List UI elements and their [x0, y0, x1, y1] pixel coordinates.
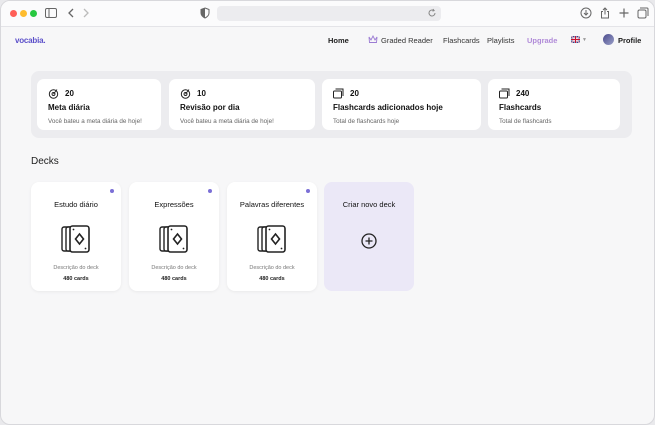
stat-description: Você bateu a meta diária de hoje! — [180, 118, 274, 125]
deck-card[interactable]: Expressões Descrição do deck 480 cards — [129, 182, 219, 291]
cards-icon — [499, 88, 510, 99]
deck-name: Estudo diário — [54, 200, 98, 209]
nav-upgrade[interactable]: Upgrade — [527, 36, 557, 45]
deck-card-count: 480 cards — [259, 276, 285, 282]
nav-profile[interactable]: Profile — [618, 36, 641, 45]
browser-toolbar — [1, 1, 654, 27]
back-icon[interactable] — [64, 6, 78, 20]
forward-icon[interactable] — [79, 6, 93, 20]
stat-title: Flashcards — [499, 103, 542, 112]
status-dot — [208, 189, 212, 193]
deck-name: Expressões — [154, 200, 194, 209]
stat-card-flashcards-today: 20 Flashcards adicionados hoje Total de … — [322, 79, 481, 130]
stat-card-daily-goal: 20 Meta diária Você bateu a meta diária … — [37, 79, 161, 130]
deck-description: Descrição do deck — [53, 265, 99, 271]
browser-window: vocabia. Home Graded Reader Flashcards P… — [0, 0, 655, 425]
deck-description: Descrição do deck — [151, 265, 197, 271]
playing-cards-icon — [159, 225, 188, 253]
logo[interactable]: vocabia. — [15, 36, 46, 45]
download-icon[interactable] — [579, 6, 593, 20]
create-deck-label: Criar novo deck — [342, 200, 396, 209]
stat-value: 20 — [350, 89, 359, 98]
stats-panel: 20 Meta diária Você bateu a meta diária … — [31, 71, 632, 138]
uk-flag-icon[interactable] — [571, 36, 580, 43]
maximize-window-button[interactable] — [30, 10, 37, 17]
stat-value: 10 — [197, 89, 206, 98]
sidebar-icon[interactable] — [44, 6, 58, 20]
stat-description: Total de flashcards — [499, 118, 552, 125]
deck-card-count: 480 cards — [161, 276, 187, 282]
stat-title: Flashcards adicionados hoje — [333, 103, 443, 112]
playing-cards-icon — [61, 225, 90, 253]
create-deck-button[interactable]: Criar novo deck — [324, 182, 414, 291]
share-icon[interactable] — [598, 6, 612, 20]
minimize-window-button[interactable] — [20, 10, 27, 17]
stat-title: Revisão por dia — [180, 103, 240, 112]
deck-card[interactable]: Palavras diferentes Descrição do deck 48… — [227, 182, 317, 291]
target-icon — [48, 89, 59, 99]
status-dot — [110, 189, 114, 193]
stat-value: 20 — [65, 89, 74, 98]
reload-icon[interactable] — [427, 8, 437, 18]
stat-title: Meta diária — [48, 103, 90, 112]
stat-card-flashcards-total: 240 Flashcards Total de flashcards — [488, 79, 620, 130]
deck-card[interactable]: Estudo diário Descrição do deck 480 card… — [31, 182, 121, 291]
app-navbar: vocabia. Home Graded Reader Flashcards P… — [1, 28, 654, 54]
decks-heading: Decks — [31, 156, 59, 167]
deck-card-count: 480 cards — [63, 276, 89, 282]
avatar[interactable] — [603, 34, 614, 45]
tabs-icon[interactable] — [636, 6, 650, 20]
nav-home[interactable]: Home — [328, 36, 349, 45]
deck-description: Descrição do deck — [249, 265, 295, 271]
shield-icon[interactable] — [198, 6, 212, 20]
cards-icon — [333, 88, 344, 99]
stat-description: Você bateu a meta diária de hoje! — [48, 118, 142, 125]
nav-graded-reader[interactable]: Graded Reader — [381, 36, 433, 45]
plus-circle-icon[interactable] — [361, 233, 377, 249]
new-tab-icon[interactable] — [617, 6, 631, 20]
nav-flashcards[interactable]: Flashcards — [443, 36, 480, 45]
stat-value: 240 — [516, 89, 530, 98]
crown-icon — [368, 35, 378, 43]
close-window-button[interactable] — [10, 10, 17, 17]
nav-playlists[interactable]: Playlists — [487, 36, 515, 45]
chevron-down-icon[interactable]: ▼ — [582, 37, 587, 43]
address-bar[interactable] — [217, 6, 441, 21]
stat-card-daily-review: 10 Revisão por dia Você bateu a meta diá… — [169, 79, 315, 130]
playing-cards-icon — [257, 225, 286, 253]
deck-name: Palavras diferentes — [239, 200, 305, 209]
target-icon — [180, 89, 191, 99]
stat-description: Total de flashcards hoje — [333, 118, 400, 125]
status-dot — [306, 189, 310, 193]
